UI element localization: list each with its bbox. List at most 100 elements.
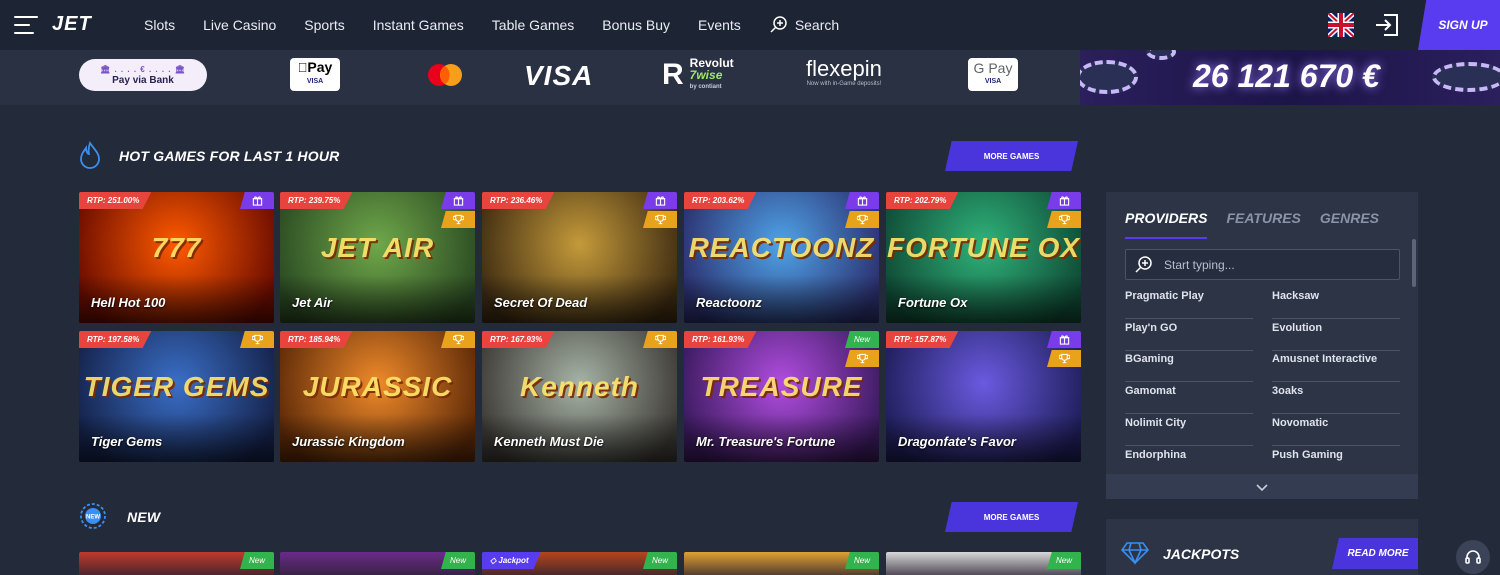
game-card[interactable]: Kenneth RTP: 167.93% Kenneth Must Die — [482, 331, 677, 462]
bonus-badge — [1047, 192, 1081, 209]
login-icon[interactable] — [1374, 12, 1400, 38]
tab-features[interactable]: FEATURES — [1226, 210, 1300, 239]
rtp-badge: RTP: 203.62% — [684, 192, 757, 209]
filter-tabs: PROVIDERS FEATURES GENRES — [1125, 210, 1398, 239]
new-badge: New — [845, 331, 879, 348]
trophy-icon — [654, 334, 666, 345]
game-title: Fortune Ox — [898, 295, 968, 310]
trophy-icon — [1058, 353, 1070, 364]
uk-flag-icon[interactable] — [1328, 13, 1354, 37]
game-card[interactable]: 777 RTP: 251.00% Hell Hot 100 — [79, 192, 274, 323]
game-card[interactable]: RTP: 157.87% Dragonfate's Favor — [886, 331, 1081, 462]
mastercard-logo — [428, 64, 462, 86]
provider-search-input[interactable] — [1164, 257, 1384, 272]
tournament-badge — [845, 211, 879, 228]
gift-icon — [1059, 196, 1069, 206]
game-card[interactable]: New — [280, 552, 475, 575]
rtp-badge: RTP: 185.94% — [280, 331, 353, 348]
game-card[interactable]: JET AIR RTP: 239.75% Jet Air — [280, 192, 475, 323]
bonus-badge — [643, 192, 677, 209]
new-badge: New — [240, 552, 274, 569]
trophy-icon — [1058, 214, 1070, 225]
casino-chip-icon — [1432, 62, 1500, 92]
more-games-button[interactable]: MORE GAMES — [945, 141, 1078, 171]
provider-item[interactable]: Gamomat — [1125, 382, 1253, 415]
headset-icon — [1465, 550, 1481, 564]
casino-chip-icon — [1080, 60, 1138, 94]
tournament-badge — [643, 331, 677, 348]
expand-providers-button[interactable] — [1106, 474, 1418, 499]
provider-search-box[interactable] — [1125, 249, 1400, 280]
logo[interactable]: JET — [52, 13, 92, 36]
bonus-badge — [845, 192, 879, 209]
game-art-title: TREASURE — [700, 371, 863, 402]
provider-item[interactable]: Play'n GO — [1125, 319, 1253, 351]
new-badge: New — [1047, 552, 1081, 569]
search-icon — [1135, 255, 1152, 273]
nav-instant-games[interactable]: Instant Games — [359, 17, 478, 33]
game-title: Kenneth Must Die — [494, 434, 604, 449]
nav-sports[interactable]: Sports — [290, 17, 358, 33]
game-title: Jurassic Kingdom — [292, 434, 405, 449]
nav-table-games[interactable]: Table Games — [478, 17, 588, 33]
provider-item[interactable]: Evolution — [1272, 319, 1400, 351]
rtp-badge: RTP: 202.79% — [886, 192, 959, 209]
read-more-button[interactable]: READ MORE — [1332, 538, 1418, 569]
tournament-badge — [1047, 211, 1081, 228]
game-art-title: Kenneth — [520, 371, 639, 402]
provider-item[interactable]: Nolimit City — [1125, 414, 1253, 446]
provider-item[interactable]: 3oaks — [1272, 382, 1400, 415]
game-card[interactable]: TIGER GEMS RTP: 197.58% Tiger Gems — [79, 331, 274, 462]
game-card[interactable]: TREASURE RTP: 161.93% New Mr. Treasure's Fo… — [684, 331, 879, 462]
tab-providers[interactable]: PROVIDERS — [1125, 210, 1208, 239]
game-art-title: REACTOONZ — [688, 232, 875, 263]
section-title: NEW — [127, 509, 161, 525]
nav-events[interactable]: Events — [684, 17, 755, 33]
game-art-title: JURASSIC — [302, 371, 453, 402]
game-title: Hell Hot 100 — [91, 295, 166, 310]
provider-item[interactable]: Push Gaming — [1272, 446, 1400, 473]
game-card[interactable]: ◇ Jackpot New — [482, 552, 677, 575]
jackpots-panel: JACKPOTS READ MORE — [1106, 519, 1418, 575]
game-card[interactable]: RTP: 236.46% Secret Of Dead — [482, 192, 677, 323]
support-chat-button[interactable] — [1456, 540, 1490, 574]
rtp-badge: RTP: 197.58% — [79, 331, 152, 348]
game-title: Dragonfate's Favor — [898, 434, 1016, 449]
provider-item[interactable]: Novomatic — [1272, 414, 1400, 446]
google-pay-logo: G Pay VISA — [968, 58, 1018, 91]
game-title: Tiger Gems — [91, 434, 163, 449]
rtp-badge: RTP: 157.87% — [886, 331, 959, 348]
provider-item[interactable]: Hacksaw — [1272, 287, 1400, 319]
game-title: Jet Air — [292, 295, 332, 310]
game-art-title: TIGER GEMS — [83, 371, 270, 402]
more-games-button[interactable]: MORE GAMES — [945, 502, 1078, 532]
jackpot-banner[interactable]: 26 121 670 € — [1080, 50, 1500, 105]
game-card[interactable]: New — [684, 552, 879, 575]
game-card[interactable]: FORTUNE OX RTP: 202.79% Fortune Ox — [886, 192, 1081, 323]
nav-live-casino[interactable]: Live Casino — [189, 17, 290, 33]
rtp-badge: RTP: 251.00% — [79, 192, 152, 209]
nav-search[interactable]: Search — [755, 15, 853, 35]
revolut-wise-logo: R Revolut 7wise by contiant — [662, 56, 734, 91]
rtp-badge: RTP: 236.46% — [482, 192, 555, 209]
jackpot-amount: 26 121 670 € — [1193, 58, 1380, 94]
provider-item[interactable]: Pragmatic Play — [1125, 287, 1253, 319]
tab-genres[interactable]: GENRES — [1320, 210, 1379, 239]
menu-icon[interactable] — [14, 16, 38, 34]
nav-bonus-buy[interactable]: Bonus Buy — [588, 17, 684, 33]
tournament-badge — [845, 350, 879, 367]
provider-item[interactable]: Amusnet Interactive — [1272, 350, 1400, 383]
casino-chip-icon — [1146, 50, 1176, 60]
provider-item[interactable]: Endorphina — [1125, 446, 1253, 473]
game-card[interactable]: New — [79, 552, 274, 575]
new-badge: New — [441, 552, 475, 569]
provider-item[interactable]: BGaming — [1125, 350, 1253, 383]
game-title: Secret Of Dead — [494, 295, 588, 310]
game-card[interactable]: JURASSIC RTP: 185.94% Jurassic Kingdom — [280, 331, 475, 462]
game-card[interactable]: REACTOONZ RTP: 203.62% Reactoonz — [684, 192, 879, 323]
nav-slots[interactable]: Slots — [130, 17, 189, 33]
scrollbar[interactable] — [1412, 239, 1416, 287]
trophy-icon — [856, 214, 868, 225]
sign-up-button[interactable]: SIGN UP — [1418, 0, 1500, 50]
game-card[interactable]: New — [886, 552, 1081, 575]
